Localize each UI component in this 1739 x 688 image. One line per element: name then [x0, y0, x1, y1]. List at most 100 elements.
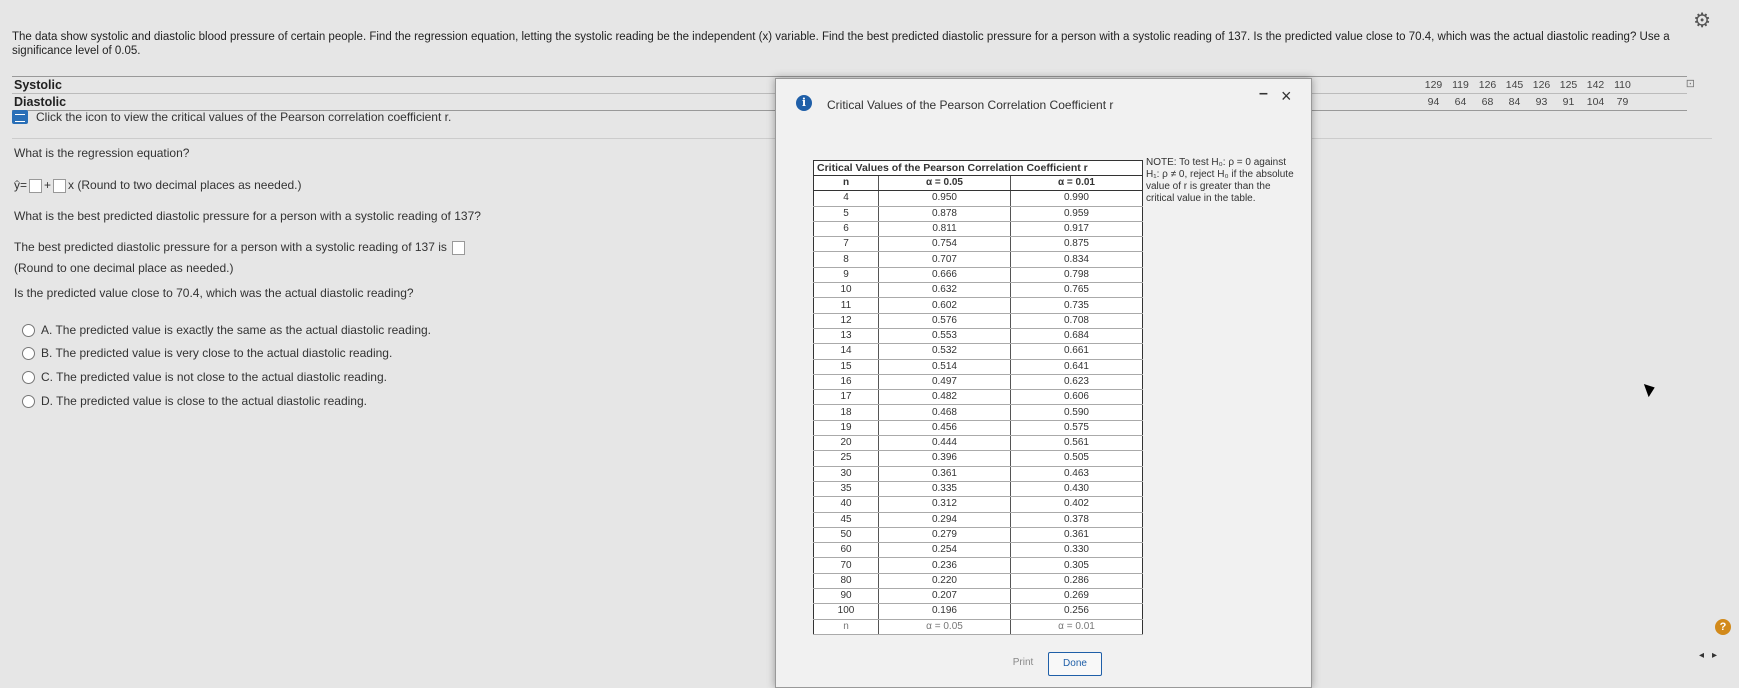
table-row: 7 0.754 0.875 [813, 236, 1143, 253]
cell-a05: 0.220 [878, 573, 1011, 590]
diastolic-value: 91 [1562, 96, 1575, 108]
done-button[interactable]: Done [1048, 652, 1102, 676]
copy-data-icon[interactable]: ⊡ [1686, 77, 1695, 90]
cell-n: 10 [813, 282, 879, 299]
critical-values-table: Critical Values of the Pearson Correlati… [813, 160, 1143, 635]
print-button[interactable]: Print [998, 652, 1048, 674]
cell-n: 90 [813, 588, 879, 605]
table-row: 25 0.396 0.505 [813, 450, 1143, 467]
cell-n: 25 [813, 450, 879, 467]
table-row: 9 0.666 0.798 [813, 267, 1143, 284]
cell-a05: 0.335 [878, 481, 1011, 498]
test-note: NOTE: To test H₀: ρ = 0 against H₁: ρ ≠ … [1146, 157, 1294, 204]
table-row: 45 0.294 0.378 [813, 512, 1143, 528]
q2-answer-line: The best predicted diastolic pressure fo… [14, 240, 467, 255]
close-icon[interactable]: × [1281, 86, 1292, 107]
option-a[interactable]: A. The predicted value is exactly the sa… [22, 323, 431, 337]
cell-a01: 0.505 [1009, 450, 1143, 467]
table-header-row: n α = 0.05 α = 0.01 [813, 175, 1143, 192]
radio-d[interactable] [22, 394, 35, 408]
predicted-value-input[interactable] [452, 240, 466, 255]
cell-n: 17 [813, 389, 879, 406]
cell-n: 45 [813, 512, 879, 528]
option-c-label: C. The predicted value is not close to t… [41, 370, 387, 384]
diastolic-value: 68 [1481, 96, 1494, 108]
cell-n: 35 [813, 481, 879, 498]
diastolic-value: 104 [1586, 96, 1605, 108]
option-d[interactable]: D. The predicted value is close to the a… [22, 394, 367, 408]
cell-a05: 0.632 [878, 282, 1011, 299]
option-b-label: B. The predicted value is very close to … [41, 346, 393, 360]
table-row: 12 0.576 0.708 [813, 313, 1143, 329]
cell-a05: 0.456 [878, 420, 1011, 437]
question-text: The data show systolic and diastolic blo… [12, 31, 1670, 57]
intercept-input[interactable] [29, 178, 43, 193]
cell-n: 60 [813, 542, 879, 559]
nav-arrows[interactable]: ◂▸ [1699, 650, 1725, 661]
col-n: n [813, 175, 879, 192]
cell-a05: 0.294 [878, 512, 1011, 528]
table-row: 5 0.878 0.959 [813, 206, 1143, 222]
cell-a05: 0.514 [878, 359, 1011, 375]
info-icon: i [796, 95, 812, 111]
cell-a01: 0.959 [1009, 206, 1143, 222]
systolic-values: 129 119 126 145 126 125 142 110 [1420, 79, 1636, 91]
cell-n: 8 [813, 251, 879, 268]
col-alpha-01: α = 0.01 [1009, 175, 1143, 192]
footer-foot_n: n [813, 619, 879, 635]
cell-a05: 0.811 [878, 221, 1011, 238]
radio-b[interactable] [22, 346, 35, 360]
critical-values-help[interactable]: Click the icon to view the critical valu… [12, 110, 451, 124]
radio-c[interactable] [22, 370, 35, 384]
cell-n: 100 [813, 603, 879, 620]
question-icon[interactable]: ? [1715, 619, 1731, 635]
cell-a01: 0.875 [1009, 236, 1143, 253]
q3-title: Is the predicted value close to 70.4, wh… [14, 286, 414, 300]
table-row: 6 0.811 0.917 [813, 221, 1143, 238]
cell-a05: 0.196 [878, 603, 1011, 620]
cell-a05: 0.207 [878, 588, 1011, 605]
col-alpha-05: α = 0.05 [878, 175, 1011, 192]
cell-n: 80 [813, 573, 879, 590]
option-b[interactable]: B. The predicted value is very close to … [22, 346, 392, 360]
table-row: 4 0.950 0.990 [813, 190, 1143, 207]
diastolic-value: 94 [1427, 96, 1440, 108]
cell-a05: 0.754 [878, 236, 1011, 253]
cell-a01: 0.575 [1009, 420, 1143, 437]
option-d-label: D. The predicted value is close to the a… [41, 394, 367, 408]
cell-n: 15 [813, 359, 879, 375]
radio-a[interactable] [22, 323, 35, 337]
q1-hint: (Round to two decimal places as needed.) [77, 178, 302, 192]
diastolic-value: 84 [1508, 96, 1521, 108]
cell-a05: 0.361 [878, 466, 1011, 482]
cell-n: 16 [813, 374, 879, 391]
table-icon[interactable] [12, 110, 28, 124]
table-row: 90 0.207 0.269 [813, 588, 1143, 605]
cell-a05: 0.444 [878, 435, 1011, 452]
table-row: 15 0.514 0.641 [813, 359, 1143, 375]
cell-n: 9 [813, 267, 879, 284]
cell-a01: 0.765 [1009, 282, 1143, 299]
cell-n: 40 [813, 496, 879, 513]
minimize-icon[interactable]: – [1259, 85, 1268, 103]
table-row: 17 0.482 0.606 [813, 389, 1143, 406]
equals-sign: = [20, 178, 28, 192]
table-row: 35 0.335 0.430 [813, 481, 1143, 498]
cell-a01: 0.286 [1009, 573, 1143, 590]
cell-a05: 0.553 [878, 328, 1011, 345]
cell-a01: 0.305 [1009, 557, 1143, 574]
table-row: 60 0.254 0.330 [813, 542, 1143, 559]
slope-input[interactable] [53, 178, 67, 193]
option-c[interactable]: C. The predicted value is not close to t… [22, 370, 387, 384]
cell-a05: 0.254 [878, 542, 1011, 559]
table-row: 8 0.707 0.834 [813, 251, 1143, 268]
cell-a05: 0.666 [878, 267, 1011, 284]
cell-a05: 0.878 [878, 206, 1011, 222]
dialog-title: Critical Values of the Pearson Correlati… [827, 98, 1114, 112]
cell-n: 18 [813, 404, 879, 421]
cell-a01: 0.606 [1009, 389, 1143, 406]
table-row: 30 0.361 0.463 [813, 466, 1143, 482]
diastolic-value: 79 [1616, 96, 1629, 108]
diastolic-values: 94 64 68 84 93 91 104 79 [1420, 96, 1636, 108]
q2-title: What is the best predicted diastolic pre… [14, 209, 481, 223]
